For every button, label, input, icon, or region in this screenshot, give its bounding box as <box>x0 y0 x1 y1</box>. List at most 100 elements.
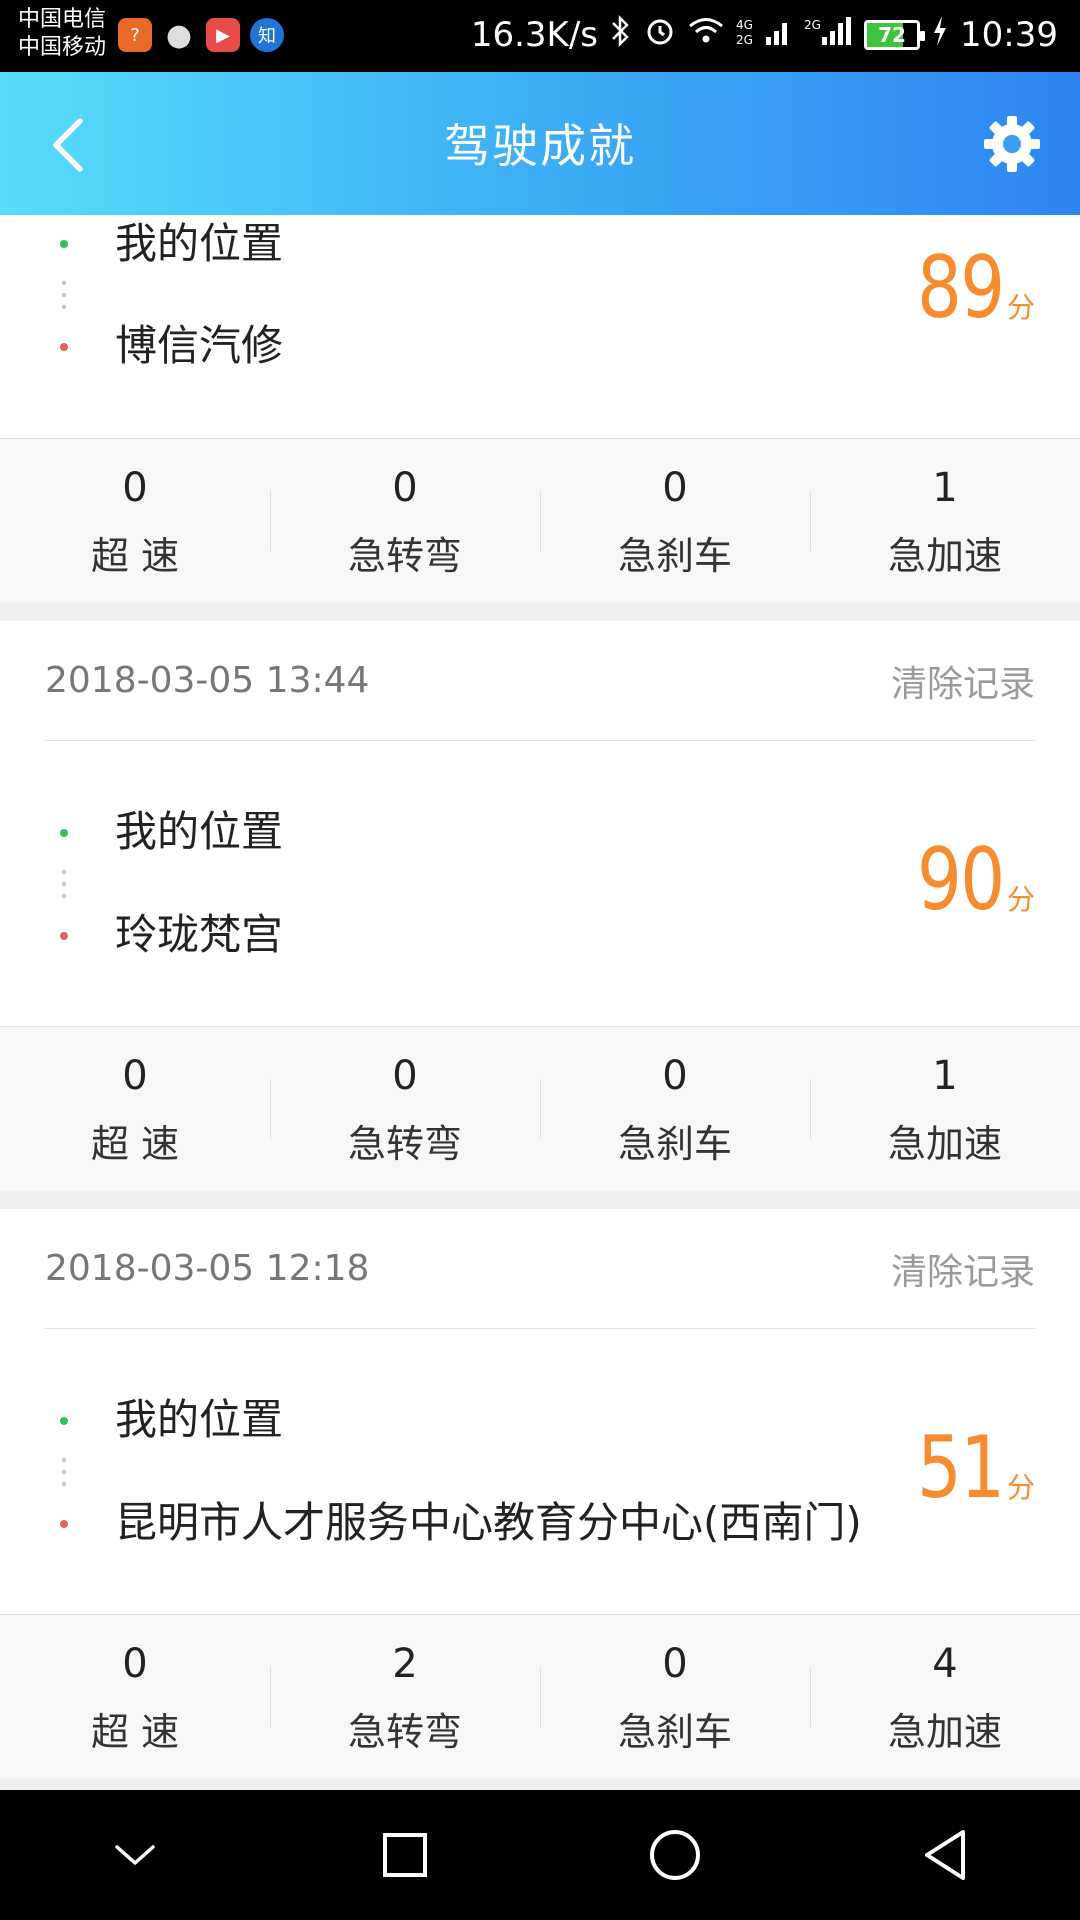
card-gap <box>0 603 1080 621</box>
stat-value: 0 <box>122 465 148 511</box>
nav-home-button[interactable] <box>635 1815 715 1895</box>
charging-icon <box>932 16 948 54</box>
trip-route: 我的位置 博信汽修 89 分 <box>0 215 1080 438</box>
trip-header: 2018-03-05 13:44 清除记录 <box>45 621 1035 741</box>
route-dots-icon <box>62 1454 66 1490</box>
battery-icon: 72 <box>864 20 926 50</box>
stat-label: 超 速 <box>90 1122 180 1166</box>
trip-route: 我的位置 昆明市人才服务中心教育分中心(西南门) 51 分 <box>0 1329 1080 1614</box>
gear-icon <box>984 116 1040 172</box>
signal-4g-icon: 4G 2G <box>736 15 792 55</box>
trip-start-location: 我的位置 <box>115 219 284 268</box>
alarm-icon <box>644 15 676 55</box>
signal-2g-icon: 2G <box>804 15 852 55</box>
stat-rapid-accel: 1 急加速 <box>810 439 1080 603</box>
stat-sharp-turn: 2 急转弯 <box>270 1615 540 1779</box>
stat-label: 急转弯 <box>347 1710 462 1754</box>
stat-value: 2 <box>392 1641 418 1687</box>
square-icon <box>383 1833 427 1877</box>
route-dots-icon <box>62 277 66 313</box>
trip-end-location: 博信汽修 <box>115 321 284 370</box>
svg-text:2G: 2G <box>804 18 821 32</box>
stat-value: 0 <box>122 1641 148 1687</box>
stat-value: 1 <box>932 1053 958 1099</box>
network-speed: 16.3K/s <box>470 15 599 55</box>
score-value: 89 <box>916 238 1005 338</box>
stat-label: 急刹车 <box>617 1710 732 1754</box>
stat-value: 0 <box>662 1641 688 1687</box>
trip-stats: 0 超 速 0 急转弯 0 急刹车 1 急加速 <box>0 438 1080 603</box>
trip-start-location: 我的位置 <box>115 1395 284 1444</box>
carrier-2: 中国移动 <box>18 35 107 60</box>
nav-hide-button[interactable] <box>95 1815 175 1895</box>
start-dot-icon <box>60 240 68 248</box>
stat-value: 0 <box>392 465 418 511</box>
route-dots-icon <box>62 866 66 902</box>
stat-value: 0 <box>662 465 688 511</box>
start-dot-icon <box>60 829 68 837</box>
stat-hard-brake: 0 急刹车 <box>540 1027 810 1191</box>
score-unit: 分 <box>1006 291 1035 324</box>
video-app-icon: ▶ <box>206 18 240 52</box>
score-value: 51 <box>916 1418 1005 1518</box>
trip-header: 2018-03-05 12:18 清除记录 <box>45 1209 1035 1329</box>
app-notification-icon: ? <box>118 18 152 52</box>
stat-sharp-turn: 0 急转弯 <box>270 439 540 603</box>
stat-speeding: 0 超 速 <box>0 439 270 603</box>
end-dot-icon <box>60 343 68 351</box>
nav-recents-button[interactable] <box>365 1815 445 1895</box>
start-dot-icon <box>60 1417 68 1425</box>
bluetooth-icon <box>610 14 632 56</box>
stat-value: 1 <box>932 465 958 511</box>
trip-list[interactable]: 我的位置 博信汽修 89 分 0 超 速 0 急转弯 0 急刹车 1 急加速 2018-… <box>0 215 1080 1790</box>
end-dot-icon <box>60 932 68 940</box>
circle-home-icon <box>650 1830 700 1880</box>
trip-score: 51 分 <box>898 1425 1035 1511</box>
stat-label: 急加速 <box>887 534 1002 578</box>
chat-bubble-icon: ● <box>165 17 193 53</box>
clear-record-button[interactable]: 清除记录 <box>891 655 1035 707</box>
card-gap <box>0 1191 1080 1209</box>
trip-card[interactable]: 2018-03-05 13:44 清除记录 我的位置 玲珑梵宫 90 分 0 超 … <box>0 621 1080 1191</box>
page-title: 驾驶成就 <box>444 119 636 173</box>
settings-button[interactable] <box>980 112 1044 176</box>
trip-start-location: 我的位置 <box>115 807 284 856</box>
trip-date: 2018-03-05 12:18 <box>45 1248 370 1289</box>
stat-hard-brake: 0 急刹车 <box>540 1615 810 1779</box>
trip-card[interactable]: 我的位置 博信汽修 89 分 0 超 速 0 急转弯 0 急刹车 1 急加速 <box>0 215 1080 603</box>
nav-back-button[interactable] <box>905 1815 985 1895</box>
stat-speeding: 0 超 速 <box>0 1615 270 1779</box>
trip-end-location: 玲珑梵宫 <box>115 910 284 959</box>
stat-value: 0 <box>662 1053 688 1099</box>
status-right: 16.3K/s 4G 2G 2G 72 10:39 <box>471 14 1058 56</box>
stat-rapid-accel: 1 急加速 <box>810 1027 1080 1191</box>
trip-end-location: 昆明市人才服务中心教育分中心(西南门) <box>115 1498 862 1547</box>
stat-value: 0 <box>122 1053 148 1099</box>
stat-label: 急加速 <box>887 1710 1002 1754</box>
score-unit: 分 <box>1006 1471 1035 1504</box>
trip-stats: 0 超 速 0 急转弯 0 急刹车 1 急加速 <box>0 1026 1080 1191</box>
stat-label: 急刹车 <box>617 534 732 578</box>
stat-label: 超 速 <box>90 534 180 578</box>
clock-time: 10:39 <box>960 15 1058 55</box>
wifi-icon <box>688 17 724 53</box>
trip-stats: 0 超 速 2 急转弯 0 急刹车 4 急加速 <box>0 1614 1080 1779</box>
trip-route: 我的位置 玲珑梵宫 90 分 <box>0 741 1080 1026</box>
stat-value: 4 <box>932 1641 958 1687</box>
clear-record-button[interactable]: 清除记录 <box>891 1243 1035 1295</box>
notification-icons: ? ● ▶ 知 <box>118 17 284 53</box>
trip-card[interactable]: 2018-03-05 12:18 清除记录 我的位置 昆明市人才服务中心教育分中… <box>0 1209 1080 1779</box>
chevron-down-icon <box>115 1845 155 1865</box>
svg-text:2G: 2G <box>736 33 753 47</box>
stat-label: 急转弯 <box>347 1122 462 1166</box>
trip-score: 89 分 <box>898 245 1035 331</box>
stat-label: 急转弯 <box>347 534 462 578</box>
stat-label: 超 速 <box>90 1710 180 1754</box>
status-bar: 中国电信 中国移动 ? ● ▶ 知 16.3K/s 4G 2G 2G 72 10:… <box>0 0 1080 72</box>
trip-score: 90 分 <box>898 837 1035 923</box>
end-dot-icon <box>60 1520 68 1528</box>
score-unit: 分 <box>1006 883 1035 916</box>
stat-speeding: 0 超 速 <box>0 1027 270 1191</box>
carrier-1: 中国电信 <box>18 7 107 32</box>
app-header: 驾驶成就 <box>0 72 1080 215</box>
